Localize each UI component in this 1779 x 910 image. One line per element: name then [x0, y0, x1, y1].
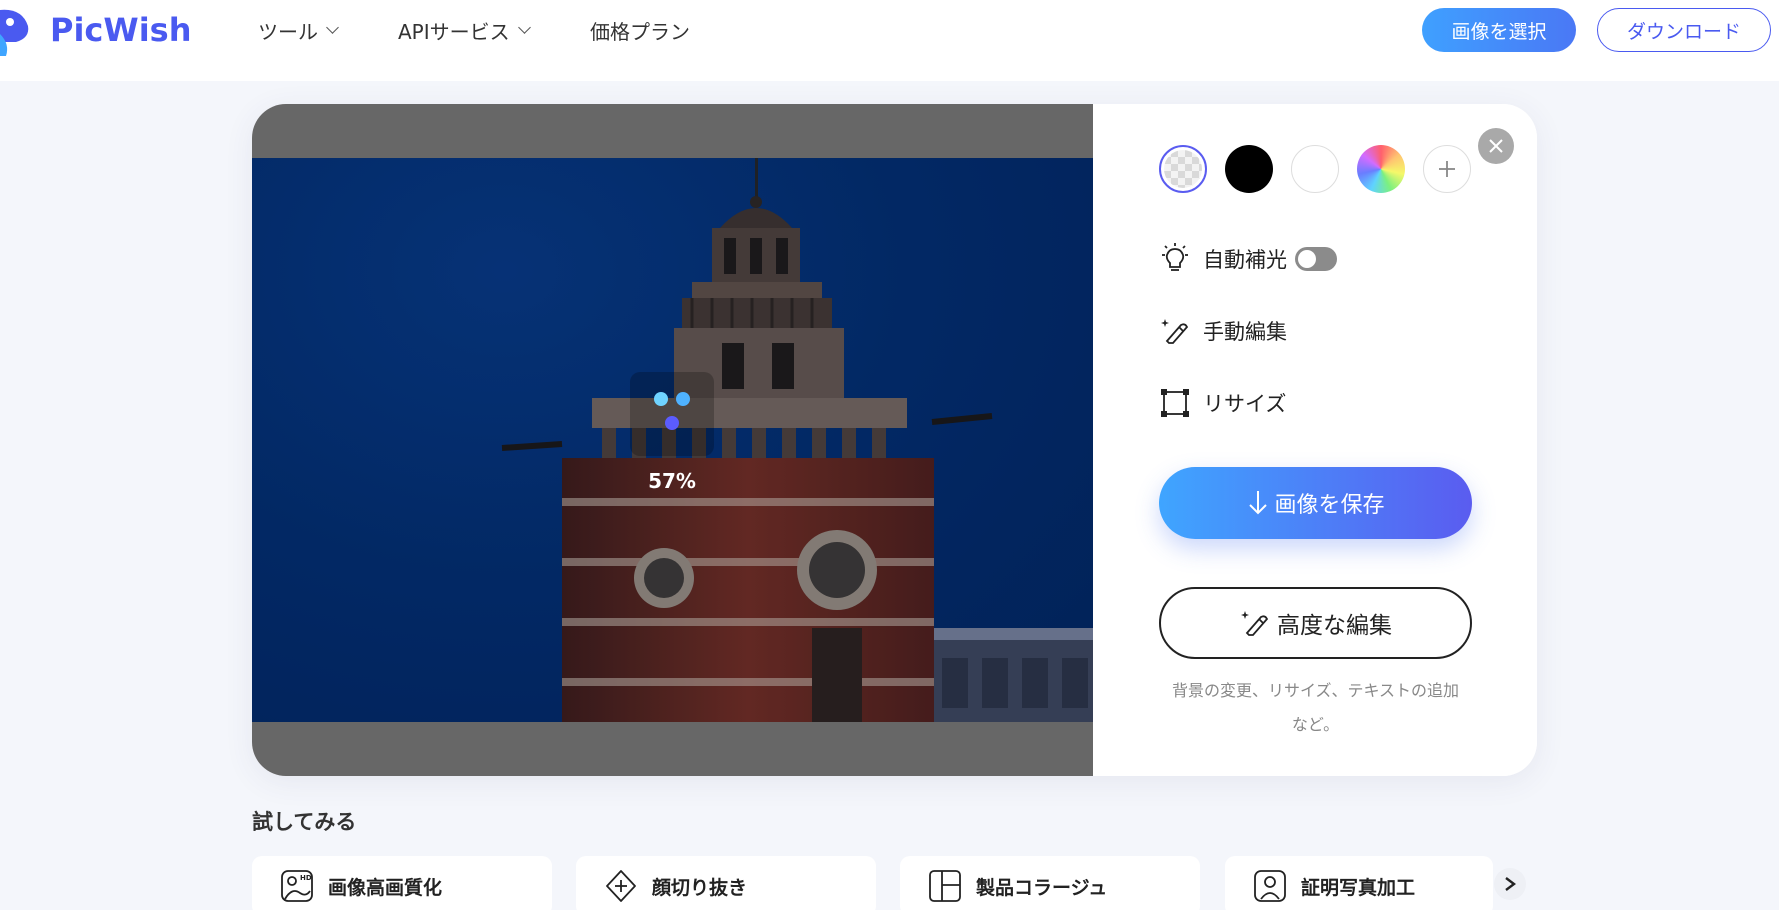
advanced-desc-line1: 背景の変更、リサイズ、テキストの追加 [1171, 681, 1460, 700]
nav-pricing-label: 価格プラン [590, 19, 690, 44]
auto-light-option: 自動補光 [1159, 242, 1337, 276]
loading-indicator [630, 372, 714, 456]
save-image-button[interactable]: 画像を保存 [1159, 467, 1472, 539]
try-section-title: 試してみる [252, 810, 357, 834]
nav-api-label: APIサービス [398, 19, 510, 44]
swatch-black[interactable] [1225, 145, 1273, 193]
manual-edit-label: 手動編集 [1203, 320, 1287, 344]
plus-icon [1439, 161, 1455, 177]
swatch-transparent[interactable] [1159, 145, 1207, 193]
nav-tools[interactable]: ツール [258, 0, 339, 60]
tool-label: 顔切り抜き [652, 876, 748, 899]
picwish-logo[interactable]: PicWish [0, 4, 191, 56]
manual-edit-option[interactable]: 手動編集 [1159, 314, 1287, 348]
close-icon [1489, 139, 1503, 153]
advanced-desc-line2: など。 [1291, 715, 1340, 734]
download-arrow-icon [1249, 491, 1268, 515]
magic-pen-icon [1241, 611, 1269, 636]
carousel-next-button[interactable] [1494, 868, 1526, 900]
swatch-color-wheel[interactable] [1357, 145, 1405, 193]
chevron-right-icon [1505, 877, 1516, 891]
chevron-down-icon [326, 20, 339, 34]
auto-light-toggle[interactable] [1295, 247, 1337, 271]
loader-dot [654, 392, 668, 406]
advanced-edit-button[interactable]: 高度な編集 [1159, 587, 1472, 659]
editor-card: 57% 自動補光 手動編集 リサイズ 画像を保存 高度な編集 背景の変更、リサイ… [252, 104, 1537, 776]
save-image-label: 画像を保存 [1274, 493, 1385, 518]
image-preview: 57% [252, 104, 1093, 776]
tool-label: 画像高画質化 [328, 876, 443, 899]
resize-option[interactable]: リサイズ [1159, 386, 1286, 420]
tool-label: 製品コラージュ [976, 876, 1108, 899]
progress-percent: 57% [648, 469, 696, 493]
top-header: PicWish ツール APIサービス 価格プラン 画像を選択 ダウンロード [0, 0, 1779, 81]
lightbulb-icon [1159, 243, 1191, 275]
select-image-button[interactable]: 画像を選択 [1422, 8, 1576, 52]
tool-card-id-photo[interactable]: 証明写真加工 [1225, 856, 1493, 910]
nav-api[interactable]: APIサービス [398, 0, 531, 60]
hd-image-icon: HD [280, 869, 314, 903]
tool-card-hd[interactable]: HD 画像高画質化 [252, 856, 552, 910]
edit-panel: 自動補光 手動編集 リサイズ 画像を保存 高度な編集 背景の変更、リサイズ、テキ… [1093, 104, 1537, 776]
auto-light-label: 自動補光 [1203, 248, 1287, 272]
tool-card-face-cutout[interactable]: 顔切り抜き [576, 856, 876, 910]
swatch-white[interactable] [1291, 145, 1339, 193]
chevron-down-icon [517, 20, 531, 34]
loader-dot [676, 392, 690, 406]
nav-tools-label: ツール [258, 19, 318, 44]
resize-icon [1159, 387, 1191, 419]
advanced-edit-description: 背景の変更、リサイズ、テキストの追加 など。 [1159, 674, 1472, 742]
add-color-button[interactable] [1423, 145, 1471, 193]
id-photo-icon [1253, 869, 1287, 903]
logo-text: PicWish [50, 11, 192, 49]
tool-label: 証明写真加工 [1301, 876, 1416, 899]
svg-text:HD: HD [300, 874, 312, 882]
advanced-edit-label: 高度な編集 [1277, 613, 1392, 639]
loader-dot [665, 416, 679, 430]
collage-icon [928, 869, 962, 903]
magic-pen-icon [1159, 315, 1191, 347]
face-cutout-icon [604, 869, 638, 903]
picwish-logo-icon [0, 4, 40, 56]
download-button[interactable]: ダウンロード [1597, 8, 1771, 52]
resize-label: リサイズ [1203, 392, 1287, 416]
tool-card-collage[interactable]: 製品コラージュ [900, 856, 1200, 910]
nav-pricing[interactable]: 価格プラン [590, 0, 690, 60]
close-button[interactable] [1478, 128, 1514, 164]
